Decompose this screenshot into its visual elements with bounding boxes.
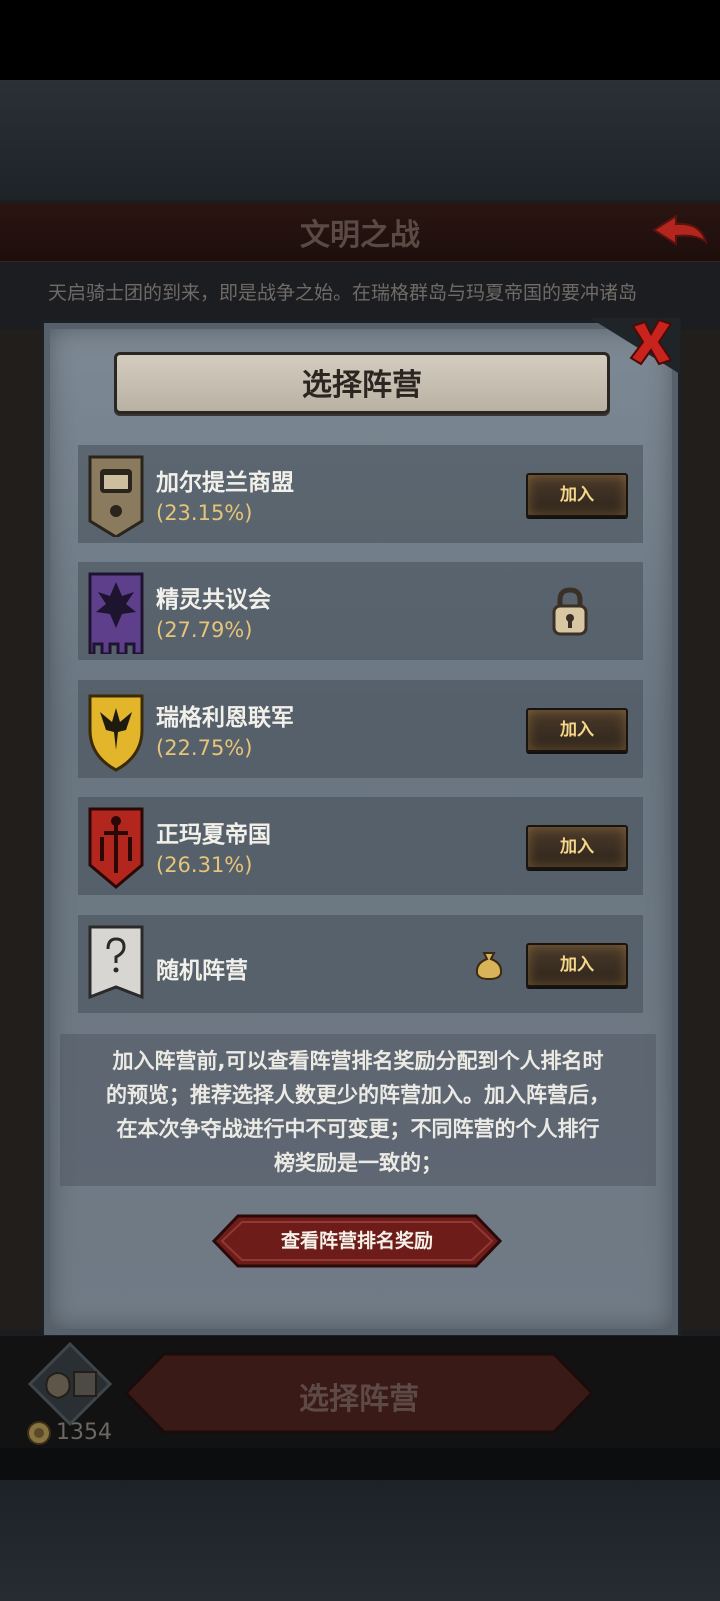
faction-percent: (27.79%) — [156, 618, 253, 642]
faction-row-reglien: 瑞格利恩联军 (22.75%) 加入 — [78, 680, 643, 778]
golden-shield-crest-icon — [88, 694, 144, 772]
purple-leaf-banner-icon — [88, 572, 144, 654]
dialog-title: 选择阵营 — [302, 368, 422, 403]
faction-name: 瑞格利恩联军 — [156, 705, 294, 731]
treasure-chest-banner-icon — [88, 455, 144, 537]
join-button[interactable]: 加入 — [526, 708, 628, 752]
coin-icon — [27, 1421, 51, 1445]
faction-row-elf-council: 精灵共议会 (27.79%) — [78, 562, 643, 660]
screen-intro-text: 天启骑士团的到来，即是战争之始。在瑞格群岛与玛夏帝国的要冲诸岛 — [48, 282, 638, 304]
screen-title: 文明之战 — [300, 218, 420, 253]
status-bar — [0, 0, 720, 80]
join-button[interactable]: 加入 — [526, 825, 628, 869]
select-faction-label: 选择阵营 — [299, 1382, 419, 1417]
top-backdrop — [0, 80, 720, 200]
rules-note-line: 榜奖励是一致的； — [274, 1151, 442, 1175]
map-edge-left — [0, 330, 45, 1330]
faction-row-random: 随机阵营 加入 — [78, 915, 643, 1013]
faction-name: 精灵共议会 — [156, 587, 271, 613]
rules-note-line: 的预览；推荐选择人数更少的阵营加入。加入阵营后， — [106, 1083, 610, 1107]
rules-note: 加入阵营前,可以查看阵营排名奖励分配到个人排名时 的预览；推荐选择人数更少的阵营… — [64, 1044, 652, 1180]
faction-row-marsha-empire: 正玛夏帝国 (26.31%) 加入 — [78, 797, 643, 895]
close-icon[interactable] — [625, 316, 677, 368]
join-button[interactable]: 加入 — [526, 473, 628, 517]
faction-percent: (23.15%) — [156, 501, 253, 525]
view-rank-rewards-label: 查看阵营排名奖励 — [280, 1230, 433, 1252]
rules-note-line: 加入阵营前,可以查看阵营排名奖励分配到个人排名时 — [112, 1049, 604, 1073]
join-button[interactable]: 加入 — [526, 943, 628, 987]
faction-name: 随机阵营 — [156, 958, 248, 984]
coin-bag-icon — [475, 952, 503, 981]
bottom-backdrop — [0, 1480, 720, 1601]
faction-name: 加尔提兰商盟 — [156, 470, 294, 496]
faction-row-garthilan: 加尔提兰商盟 (23.15%) 加入 — [78, 445, 643, 543]
lock-icon — [552, 587, 588, 636]
faction-name: 正玛夏帝国 — [156, 822, 271, 848]
back-arrow-icon[interactable] — [650, 212, 710, 252]
map-edge-right — [675, 330, 720, 1330]
faction-percent: (26.31%) — [156, 853, 253, 877]
coin-count: 1354 — [56, 1420, 112, 1445]
faction-percent: (22.75%) — [156, 736, 253, 760]
rules-note-line: 在本次争夺战进行中不可变更；不同阵营的个人排行 — [116, 1117, 600, 1141]
reward-chest-icon[interactable] — [28, 1342, 112, 1426]
red-sword-banner-icon — [88, 807, 144, 889]
question-mark-banner-icon — [88, 925, 144, 1000]
